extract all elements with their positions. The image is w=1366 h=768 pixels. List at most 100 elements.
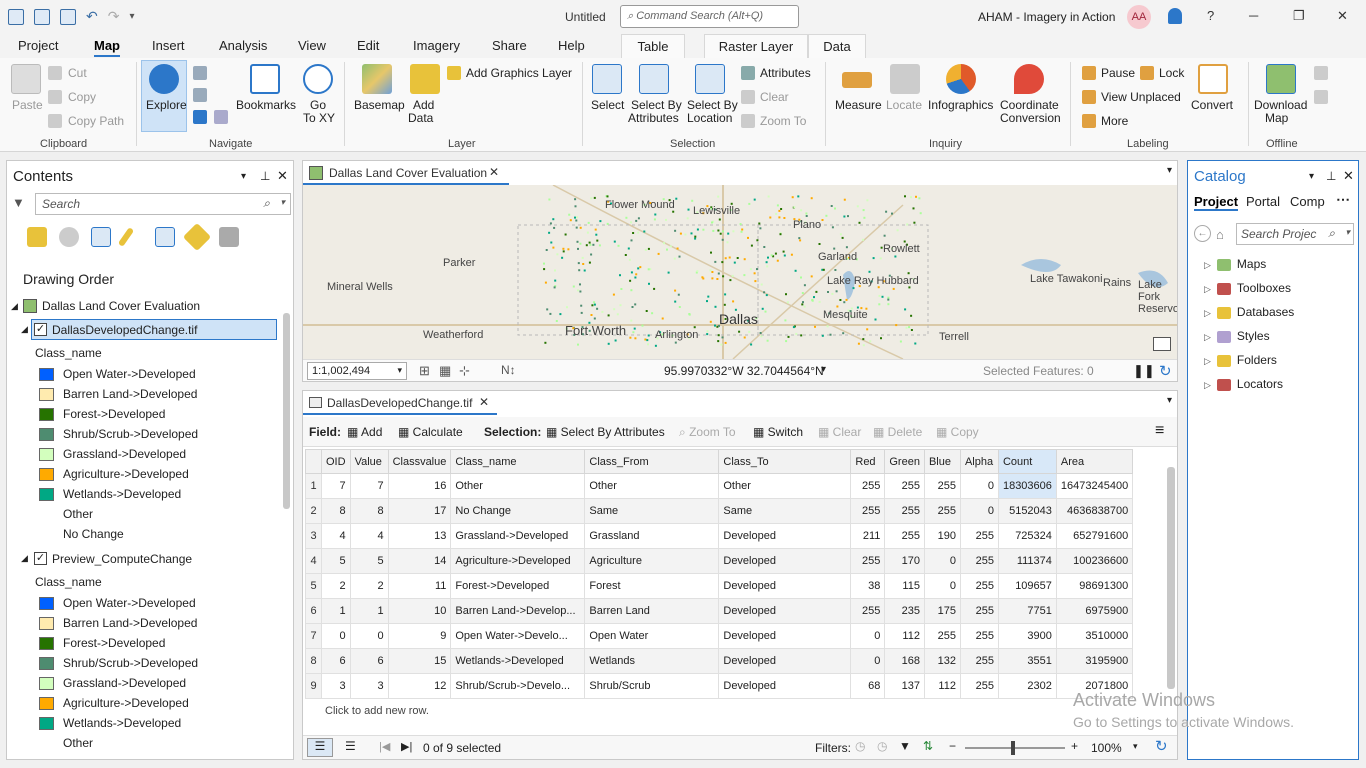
table-cell[interactable]: Developed xyxy=(718,673,852,699)
zoom-slider-thumb[interactable] xyxy=(1011,741,1015,755)
table-cell[interactable]: 4 xyxy=(349,523,389,549)
table-cell[interactable]: 10 xyxy=(387,598,452,624)
table-cell[interactable]: 0 xyxy=(923,548,961,574)
convert-button[interactable]: Convert xyxy=(1191,98,1233,112)
coordinate-conversion-line1[interactable]: Coordinate xyxy=(1000,98,1059,112)
first-record-icon[interactable]: |◀ xyxy=(379,740,390,753)
close-button[interactable]: ✕ xyxy=(1337,8,1348,24)
table-cell[interactable]: 132 xyxy=(923,648,961,674)
zoom-in-icon[interactable]: + xyxy=(1071,739,1078,753)
show-all-records-icon[interactable]: ☰ xyxy=(307,738,333,757)
show-selected-records-icon[interactable]: ☰ xyxy=(345,739,356,753)
catalog-item[interactable]: ▷ Toolboxes xyxy=(1204,281,1291,295)
measure-button[interactable]: Measure xyxy=(835,98,882,112)
table-cell[interactable]: Grassland->Developed xyxy=(450,523,586,549)
next-extent-icon[interactable] xyxy=(214,110,228,124)
table-cell[interactable]: 2302 xyxy=(997,673,1057,699)
chevron-down-icon[interactable]: ▾ xyxy=(280,197,285,208)
table-cell[interactable]: 98691300 xyxy=(1055,573,1134,599)
tab-analysis[interactable]: Analysis xyxy=(219,38,267,53)
map-scale-dropdown[interactable]: 1:1,002,494 ▾ xyxy=(307,362,407,380)
expand-icon[interactable]: ▷ xyxy=(1204,380,1211,390)
table-cell[interactable]: 12 xyxy=(387,673,452,699)
table-cell[interactable]: 170 xyxy=(884,548,925,574)
go-to-xy-line2[interactable]: To XY xyxy=(303,111,335,125)
zoom-to-button[interactable]: Zoom To xyxy=(760,114,806,128)
table-cell[interactable]: 255 xyxy=(959,673,999,699)
copy-selection-button[interactable]: ▦ Copy xyxy=(936,425,979,439)
table-cell[interactable]: 6 xyxy=(321,648,351,674)
tab-view[interactable]: View xyxy=(298,38,326,53)
list-by-source-icon[interactable] xyxy=(59,227,79,247)
copy-path-button[interactable]: Copy Path xyxy=(68,114,124,128)
basemap-button[interactable]: Basemap xyxy=(354,98,405,112)
table-cell[interactable]: 3195900 xyxy=(1055,648,1134,674)
row-number[interactable]: 2 xyxy=(305,498,322,524)
table-cell[interactable]: 6 xyxy=(349,648,389,674)
table-cell[interactable]: 0 xyxy=(923,573,961,599)
zoom-fixed-icon[interactable] xyxy=(193,88,207,102)
map-canvas[interactable]: Flower Mound Lewisville Plano Parker Rowlett… xyxy=(303,185,1177,359)
infographics-button[interactable]: Infographics xyxy=(928,98,993,112)
table-cell[interactable]: 0 xyxy=(850,623,886,649)
cut-button[interactable]: Cut xyxy=(68,66,87,80)
tab-project[interactable]: Project xyxy=(18,38,58,53)
column-header[interactable]: Alpha xyxy=(959,449,999,474)
pause-button[interactable]: Pause xyxy=(1101,66,1135,80)
legend-swatch[interactable] xyxy=(39,488,54,501)
add-field-button[interactable]: ▦ Add xyxy=(347,425,382,439)
list-by-selection-icon[interactable] xyxy=(91,227,111,247)
row-number[interactable]: 7 xyxy=(305,623,322,649)
north-arrow-icon[interactable]: N↕ xyxy=(501,363,516,377)
table-cell[interactable]: 255 xyxy=(923,498,961,524)
column-header[interactable]: Class_To xyxy=(718,449,852,474)
catalog-tab-project[interactable]: Project xyxy=(1194,194,1239,211)
more-options-icon[interactable]: ⋯ xyxy=(1336,191,1350,208)
table-cell[interactable]: Wetlands->Developed xyxy=(450,648,586,674)
home-icon[interactable]: ⌂ xyxy=(1216,227,1224,242)
tab-imagery[interactable]: Imagery xyxy=(413,38,460,53)
column-header[interactable]: Blue xyxy=(923,449,961,474)
table-cell[interactable]: 3 xyxy=(321,673,351,699)
expand-icon[interactable]: ▷ xyxy=(1204,260,1211,270)
close-map-tab-icon[interactable]: ✕ xyxy=(489,165,499,179)
last-record-icon[interactable]: ▶| xyxy=(401,740,412,753)
add-graphics-layer-button[interactable]: Add Graphics Layer xyxy=(466,66,572,80)
table-cell[interactable]: 100236600 xyxy=(1055,548,1134,574)
table-row[interactable]: 8 6 6 15 Wetlands->Developed Wetlands Develope… xyxy=(305,648,1134,674)
table-row[interactable]: 3 4 4 13 Grassland->Developed Grassland Develo… xyxy=(305,523,1134,549)
table-cell[interactable]: Other xyxy=(450,473,586,499)
full-extent-icon[interactable] xyxy=(193,66,207,80)
table-cell[interactable]: 255 xyxy=(850,473,886,499)
table-cell[interactable]: Shrub/Scrub xyxy=(584,673,720,699)
map-tab-menu-icon[interactable]: ▾ xyxy=(1167,165,1172,176)
column-header[interactable]: Area xyxy=(1055,449,1134,474)
definition-filter-icon[interactable]: ▼ xyxy=(899,739,911,753)
save-icon[interactable] xyxy=(60,8,76,25)
catalog-tab-portal[interactable]: Portal xyxy=(1246,194,1280,209)
table-cell[interactable]: 0 xyxy=(349,623,389,649)
column-header[interactable]: Class_name xyxy=(450,449,586,474)
row-number[interactable]: 9 xyxy=(305,673,322,699)
map-overview-icon[interactable] xyxy=(1153,337,1171,351)
table-tab-menu-icon[interactable]: ▾ xyxy=(1167,395,1172,406)
table-cell[interactable]: 68 xyxy=(850,673,886,699)
table-cell[interactable]: 255 xyxy=(884,498,925,524)
table-cell[interactable]: 6975900 xyxy=(1055,598,1134,624)
coordinate-conversion-line2[interactable]: Conversion xyxy=(1000,111,1061,125)
table-cell[interactable]: 3 xyxy=(349,673,389,699)
table-cell[interactable]: Developed xyxy=(718,573,852,599)
user-avatar[interactable]: AA xyxy=(1127,5,1151,29)
tab-data[interactable]: Data xyxy=(808,34,866,58)
table-cell[interactable]: 1 xyxy=(321,598,351,624)
list-by-drawing-order-icon[interactable] xyxy=(27,227,47,247)
legend-swatch[interactable] xyxy=(39,717,54,730)
open-icon[interactable] xyxy=(34,8,50,25)
add-data-line2[interactable]: Data xyxy=(408,111,433,125)
table-cell[interactable]: 112 xyxy=(923,673,961,699)
table-cell[interactable]: 255 xyxy=(959,523,999,549)
select-by-attributes-button[interactable]: ▦ Select By Attributes xyxy=(546,425,665,439)
table-cell[interactable]: Developed xyxy=(718,598,852,624)
table-cell[interactable]: 175 xyxy=(923,598,961,624)
table-grid-icon[interactable]: ▦ xyxy=(439,363,451,379)
